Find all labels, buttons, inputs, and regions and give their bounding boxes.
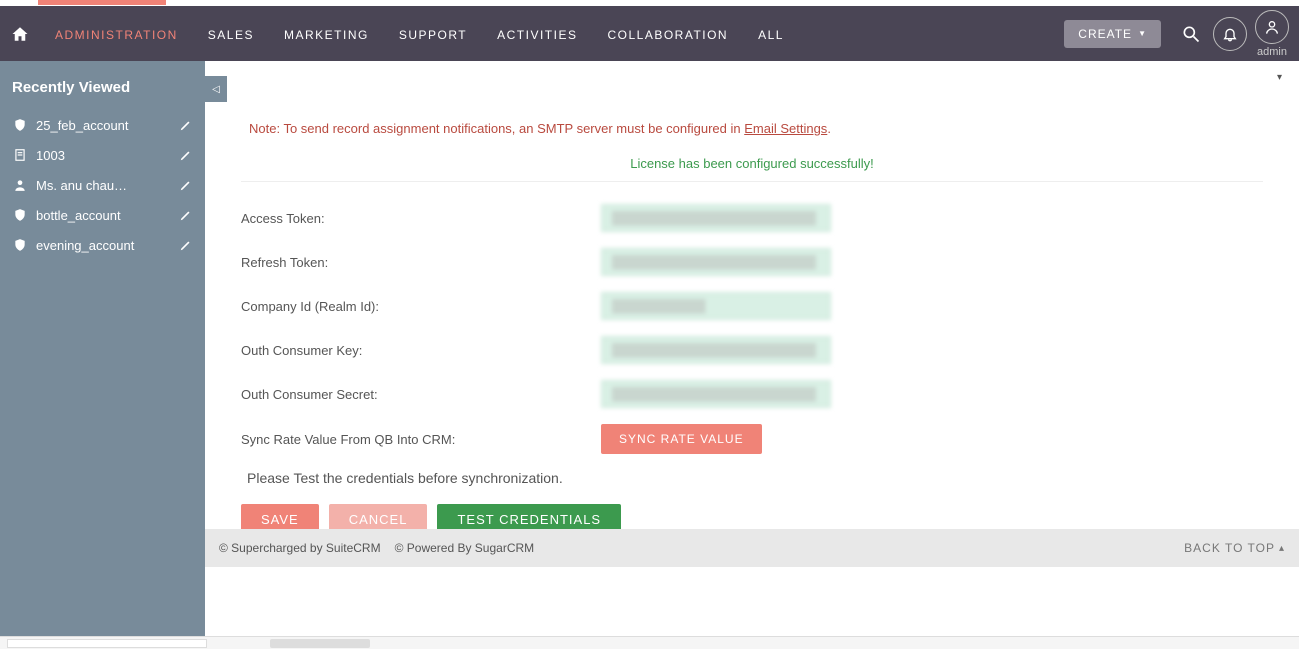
recently-viewed-list: 25_feb_account 1003 Ms. anu chau… bottle_ac…	[0, 110, 205, 260]
field-label: Company Id (Realm Id):	[241, 299, 601, 314]
field-value[interactable]: ████████████████████████	[601, 204, 831, 232]
edit-icon[interactable]	[179, 118, 193, 132]
create-label: CREATE	[1078, 27, 1132, 41]
doc-icon	[12, 147, 28, 163]
status-button[interactable]	[270, 639, 370, 648]
avatar	[1255, 10, 1289, 44]
sync-rate-button[interactable]: SYNC RATE VALUE	[601, 424, 762, 454]
test-credentials-note: Please Test the credentials before synch…	[247, 470, 1263, 486]
status-bar	[0, 636, 1299, 649]
home-icon	[11, 25, 29, 43]
nav-link-marketing[interactable]: MARKETING	[269, 28, 384, 42]
field-value[interactable]: ████████████████████████	[601, 336, 831, 364]
item-label: Ms. anu chau…	[36, 178, 179, 193]
top-navbar: ADMINISTRATIONSALESMARKETINGSUPPORTACTIV…	[0, 6, 1299, 61]
field-label: Access Token:	[241, 211, 601, 226]
form-row: Outh Consumer Key:██████████████████████…	[241, 336, 1263, 364]
recently-viewed-item[interactable]: 25_feb_account	[0, 110, 205, 140]
user-label: admin	[1257, 46, 1287, 58]
email-settings-link[interactable]: Email Settings	[744, 121, 827, 136]
item-label: 1003	[36, 148, 179, 163]
edit-icon[interactable]	[179, 238, 193, 252]
nav-link-collaboration[interactable]: COLLABORATION	[592, 28, 743, 42]
shield-icon	[12, 237, 28, 253]
form-row: Refresh Token:████████████████████████	[241, 248, 1263, 276]
footer-left-2: © Powered By SugarCRM	[395, 541, 535, 555]
caret-down-icon: ▼	[1138, 29, 1147, 38]
recently-viewed-item[interactable]: Ms. anu chau…	[0, 170, 205, 200]
field-label: Refresh Token:	[241, 255, 601, 270]
item-label: 25_feb_account	[36, 118, 179, 133]
footer: © Supercharged by SuiteCRM © Powered By …	[205, 529, 1299, 567]
nav-link-all[interactable]: ALL	[743, 28, 799, 42]
sync-rate-label: Sync Rate Value From QB Into CRM:	[241, 432, 601, 447]
field-label: Outh Consumer Secret:	[241, 387, 601, 402]
bell-icon	[1222, 26, 1238, 42]
back-to-top-button[interactable]: BACK TO TOP ▴	[1184, 541, 1285, 555]
home-button[interactable]	[0, 6, 40, 61]
note-suffix: .	[827, 121, 831, 136]
person-icon	[12, 177, 28, 193]
item-label: bottle_account	[36, 208, 179, 223]
footer-left-1: © Supercharged by SuiteCRM	[219, 541, 381, 555]
form-row: Access Token:████████████████████████	[241, 204, 1263, 232]
back-to-top-label: BACK TO TOP	[1184, 541, 1275, 555]
chevron-up-icon: ▴	[1279, 543, 1285, 554]
credentials-form: Access Token:████████████████████████Ref…	[241, 181, 1263, 535]
shield-icon	[12, 207, 28, 223]
accent-bar	[38, 0, 166, 5]
notifications-button[interactable]	[1213, 17, 1247, 51]
note-prefix: Note: To send record assignment notifica…	[249, 121, 744, 136]
form-row: Outh Consumer Secret:███████████████████…	[241, 380, 1263, 408]
recently-viewed-item[interactable]: bottle_account	[0, 200, 205, 230]
edit-icon[interactable]	[179, 208, 193, 222]
nav-link-activities[interactable]: ACTIVITIES	[482, 28, 592, 42]
sync-rate-row: Sync Rate Value From QB Into CRM: SYNC R…	[241, 424, 1263, 454]
smtp-note: Note: To send record assignment notifica…	[249, 121, 1263, 136]
item-label: evening_account	[36, 238, 179, 253]
nav-link-support[interactable]: SUPPORT	[384, 28, 482, 42]
edit-icon[interactable]	[179, 178, 193, 192]
recently-viewed-item[interactable]: evening_account	[0, 230, 205, 260]
edit-icon[interactable]	[179, 148, 193, 162]
status-input[interactable]	[7, 639, 207, 648]
form-row: Company Id (Realm Id):███████████	[241, 292, 1263, 320]
shield-icon	[12, 117, 28, 133]
nav-links: ADMINISTRATIONSALESMARKETINGSUPPORTACTIV…	[40, 26, 799, 42]
sidebar: Recently Viewed 25_feb_account 1003 Ms. an…	[0, 61, 205, 649]
field-value[interactable]: ███████████	[601, 292, 831, 320]
field-label: Outh Consumer Key:	[241, 343, 601, 358]
field-value[interactable]: ████████████████████████	[601, 248, 831, 276]
field-value[interactable]: ████████████████████████	[601, 380, 831, 408]
nav-link-administration[interactable]: ADMINISTRATION	[40, 28, 193, 42]
create-button[interactable]: CREATE ▼	[1064, 20, 1161, 48]
nav-link-sales[interactable]: SALES	[193, 28, 269, 42]
user-icon	[1264, 19, 1280, 35]
search-button[interactable]	[1179, 22, 1203, 46]
recently-viewed-item[interactable]: 1003	[0, 140, 205, 170]
license-success-message: License has been configured successfully…	[241, 156, 1263, 171]
sidebar-title: Recently Viewed	[0, 61, 205, 110]
search-icon	[1181, 24, 1201, 44]
user-menu[interactable]: admin	[1255, 10, 1289, 58]
